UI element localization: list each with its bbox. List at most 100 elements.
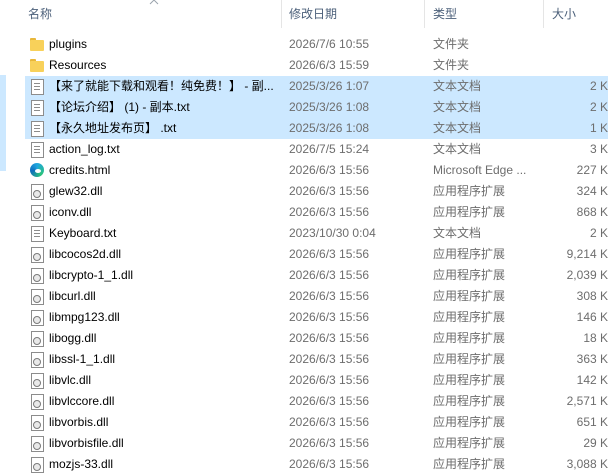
file-row[interactable]: 【论坛介绍】 (1) - 副本.txt 2025/3/26 1:08 文本文档 2 K bbox=[0, 97, 608, 118]
column-header-bar: 名称 修改日期 类型 大小 bbox=[0, 0, 608, 28]
column-header-date[interactable]: 修改日期 bbox=[289, 0, 337, 28]
file-row[interactable]: plugins 2026/7/6 10:55 文件夹 bbox=[0, 34, 608, 55]
file-row[interactable]: libcurl.dll 2026/6/3 15:56 应用程序扩展 308 K bbox=[0, 286, 608, 307]
file-name: plugins bbox=[49, 37, 88, 51]
text-file-icon bbox=[30, 79, 44, 95]
column-header-type[interactable]: 类型 bbox=[433, 0, 457, 28]
column-divider[interactable] bbox=[543, 0, 544, 28]
file-size: 1 K bbox=[589, 121, 608, 135]
dll-icon bbox=[30, 268, 44, 284]
file-name: libvorbisfile.dll bbox=[49, 436, 124, 450]
dll-icon bbox=[30, 289, 44, 305]
file-type: 应用程序扩展 bbox=[433, 184, 506, 198]
file-modified-date: 2026/6/3 15:56 bbox=[289, 205, 370, 219]
dll-icon bbox=[30, 205, 44, 221]
file-row[interactable]: glew32.dll 2026/6/3 15:56 应用程序扩展 324 K bbox=[0, 181, 608, 202]
dll-icon bbox=[30, 415, 44, 431]
file-modified-date: 2026/6/3 15:56 bbox=[289, 247, 370, 261]
file-modified-date: 2025/3/26 1:08 bbox=[289, 121, 370, 135]
file-row[interactable]: libvlc.dll 2026/6/3 15:56 应用程序扩展 142 K bbox=[0, 370, 608, 391]
file-modified-date: 2026/6/3 15:56 bbox=[289, 436, 370, 450]
file-row[interactable]: libvorbis.dll 2026/6/3 15:56 应用程序扩展 651 K bbox=[0, 412, 608, 433]
dll-icon bbox=[30, 331, 44, 347]
dll-icon bbox=[30, 310, 44, 326]
file-row[interactable]: libssl-1_1.dll 2026/6/3 15:56 应用程序扩展 363 K bbox=[0, 349, 608, 370]
file-name: action_log.txt bbox=[49, 142, 120, 156]
column-header-name[interactable]: 名称 bbox=[28, 0, 52, 28]
dll-icon bbox=[30, 457, 44, 473]
file-modified-date: 2026/6/3 15:56 bbox=[289, 457, 370, 471]
file-size: 2,571 K bbox=[566, 394, 608, 408]
file-row[interactable]: libmpg123.dll 2026/6/3 15:56 应用程序扩展 146 K bbox=[0, 307, 608, 328]
file-modified-date: 2026/6/3 15:56 bbox=[289, 268, 370, 282]
file-name: libogg.dll bbox=[49, 331, 97, 345]
file-row[interactable]: 【永久地址发布页】 .txt 2025/3/26 1:08 文本文档 1 K bbox=[0, 118, 608, 139]
file-type: 应用程序扩展 bbox=[433, 310, 506, 324]
file-type: 文本文档 bbox=[433, 100, 482, 114]
file-name: libssl-1_1.dll bbox=[49, 352, 116, 366]
text-file-icon bbox=[30, 142, 44, 158]
file-row[interactable]: libcocos2d.dll 2026/6/3 15:56 应用程序扩展 9,214 … bbox=[0, 244, 608, 265]
file-size: 18 K bbox=[583, 331, 608, 345]
dll-icon bbox=[30, 184, 44, 200]
file-list: plugins 2026/7/6 10:55 文件夹 Resources 2026/6/… bbox=[0, 34, 608, 475]
file-row[interactable]: action_log.txt 2026/7/5 15:24 文本文档 3 K bbox=[0, 139, 608, 160]
file-modified-date: 2026/6/3 15:56 bbox=[289, 184, 370, 198]
folder-icon bbox=[30, 58, 44, 73]
file-type: 应用程序扩展 bbox=[433, 247, 506, 261]
file-row[interactable]: iconv.dll 2026/6/3 15:56 应用程序扩展 868 K bbox=[0, 202, 608, 223]
file-row[interactable]: credits.html 2026/6/3 15:56 Microsoft Edge… bbox=[0, 160, 608, 181]
text-file-icon bbox=[30, 226, 44, 242]
file-row[interactable]: libogg.dll 2026/6/3 15:56 应用程序扩展 18 K bbox=[0, 328, 608, 349]
file-name: 【论坛介绍】 (1) - 副本.txt bbox=[49, 100, 190, 114]
file-type: 应用程序扩展 bbox=[433, 205, 506, 219]
file-size: 651 K bbox=[576, 415, 608, 429]
file-name: 【永久地址发布页】 .txt bbox=[49, 121, 177, 135]
file-name: iconv.dll bbox=[49, 205, 92, 219]
file-type: 文本文档 bbox=[433, 142, 482, 156]
file-type: 应用程序扩展 bbox=[433, 394, 506, 408]
file-name: libvorbis.dll bbox=[49, 415, 109, 429]
folder-icon bbox=[30, 37, 44, 52]
dll-icon bbox=[30, 373, 44, 389]
file-size: 146 K bbox=[576, 310, 608, 324]
dll-icon bbox=[30, 394, 44, 410]
text-file-icon bbox=[30, 121, 44, 137]
column-divider[interactable] bbox=[281, 0, 282, 28]
file-type: 应用程序扩展 bbox=[433, 457, 506, 471]
file-modified-date: 2026/6/3 15:56 bbox=[289, 352, 370, 366]
file-size: 308 K bbox=[576, 289, 608, 303]
dll-icon bbox=[30, 352, 44, 368]
file-name: Resources bbox=[49, 58, 107, 72]
file-name: mozjs-33.dll bbox=[49, 457, 114, 471]
file-size: 868 K bbox=[576, 205, 608, 219]
file-row[interactable]: Keyboard.txt 2023/10/30 0:04 文本文档 2 K bbox=[0, 223, 608, 244]
file-row[interactable]: libvorbisfile.dll 2026/6/3 15:56 应用程序扩展 29 … bbox=[0, 433, 608, 454]
file-row[interactable]: mozjs-33.dll 2026/6/3 15:56 应用程序扩展 3,088 K bbox=[0, 454, 608, 475]
text-file-icon bbox=[30, 100, 44, 116]
file-row[interactable]: Resources 2026/6/3 15:59 文件夹 bbox=[0, 55, 608, 76]
file-name: Keyboard.txt bbox=[49, 226, 117, 240]
file-size bbox=[550, 55, 608, 76]
file-type: 应用程序扩展 bbox=[433, 268, 506, 282]
file-modified-date: 2026/7/6 10:55 bbox=[289, 37, 370, 51]
file-type: 应用程序扩展 bbox=[433, 373, 506, 387]
file-name: libcocos2d.dll bbox=[49, 247, 122, 261]
file-row[interactable]: libcrypto-1_1.dll 2026/6/3 15:56 应用程序扩展 2,0… bbox=[0, 265, 608, 286]
file-name: credits.html bbox=[49, 163, 111, 177]
file-size: 2,039 K bbox=[566, 268, 608, 282]
file-modified-date: 2026/6/3 15:56 bbox=[289, 415, 370, 429]
file-row[interactable]: 【来了就能下载和观看！纯免费！】 - 副... 2025/3/26 1:07 文本文… bbox=[0, 76, 608, 97]
column-header-size[interactable]: 大小 bbox=[552, 0, 576, 28]
file-modified-date: 2026/6/3 15:56 bbox=[289, 373, 370, 387]
file-name: libmpg123.dll bbox=[49, 310, 120, 324]
file-name: libcurl.dll bbox=[49, 289, 96, 303]
file-name: 【来了就能下载和观看！纯免费！】 - 副... bbox=[49, 79, 274, 93]
file-size: 2 K bbox=[589, 226, 608, 240]
file-type: 应用程序扩展 bbox=[433, 436, 506, 450]
column-divider[interactable] bbox=[424, 0, 425, 28]
file-row[interactable]: libvlccore.dll 2026/6/3 15:56 应用程序扩展 2,571 … bbox=[0, 391, 608, 412]
file-type: 应用程序扩展 bbox=[433, 331, 506, 345]
file-type: 应用程序扩展 bbox=[433, 352, 506, 366]
file-modified-date: 2026/6/3 15:56 bbox=[289, 310, 370, 324]
